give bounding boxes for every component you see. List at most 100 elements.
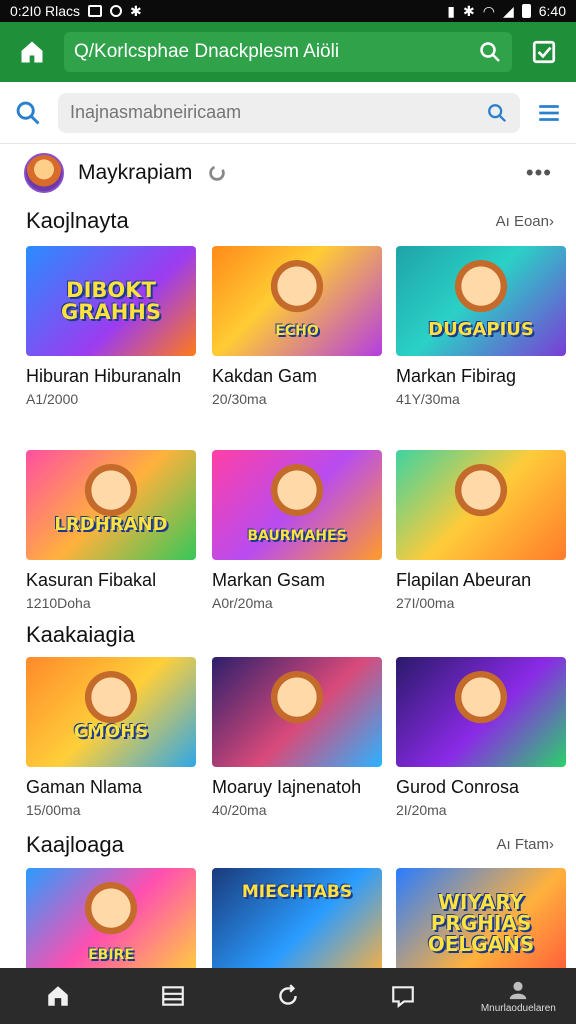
status-bar: 0:2I0 Rlacs ✱ ▮ ✱ ◠ ◢ 6:40: [0, 0, 576, 22]
game-thumbnail[interactable]: CMOHS: [26, 657, 196, 767]
list-icon: [161, 986, 184, 1006]
nav-home[interactable]: [3, 968, 113, 1024]
game-subtitle: 41Y/30ma: [396, 391, 460, 407]
status-time-left: 0:2I0 Rlacs: [10, 3, 81, 19]
game-thumbnail[interactable]: [396, 450, 566, 560]
game-card[interactable]: BAURMAHES Markan Gsam A0r/20ma: [212, 450, 382, 611]
character-art: [82, 671, 140, 729]
character-art: [452, 671, 510, 729]
game-title[interactable]: Kasuran Fibakal: [26, 570, 196, 591]
game-subtitle: 27I/00ma: [396, 595, 455, 611]
thumbnail-art-text: WIYARY PRGHIAS OELGANS: [427, 889, 535, 956]
character-art: [452, 260, 510, 318]
game-thumbnail[interactable]: EBIRE: [26, 868, 196, 978]
url-bar[interactable]: Q/Korlcsphae Dnackplesm Aiöli: [64, 32, 512, 72]
see-all-link[interactable]: Aı Ftam›: [496, 836, 554, 853]
search-icon[interactable]: [478, 40, 502, 64]
thumbnail-art-text: EBIRE: [88, 946, 134, 963]
game-title[interactable]: Kakdan Gam: [212, 366, 382, 387]
game-card[interactable]: EBIRE: [26, 868, 196, 978]
nav-profile[interactable]: Mnurlaoduelaren: [463, 968, 573, 1024]
vibrate-icon: ▮: [447, 2, 456, 19]
bluetooth-status-icon: ✱: [463, 2, 475, 19]
game-card[interactable]: WIYARY PRGHIAS OELGANS: [396, 868, 566, 978]
game-title[interactable]: Gaman Nlama: [26, 777, 196, 798]
game-card[interactable]: Moaruy Iajnenatoh 40/20ma: [212, 657, 382, 818]
game-title[interactable]: Moaruy Iajnenatoh: [212, 777, 382, 798]
character-art: [268, 464, 326, 522]
chat-icon: [392, 986, 414, 1009]
game-card[interactable]: ECHO Kakdan Gam 20/30ma: [212, 246, 382, 407]
thumbnail-art-text: MIECHTABS: [241, 882, 353, 903]
character-art: [82, 464, 140, 522]
game-subtitle: 15/00ma: [26, 802, 81, 818]
profile-name[interactable]: Maykrapiam: [78, 161, 192, 185]
game-subtitle: A1/2000: [26, 391, 79, 407]
avatar[interactable]: [24, 153, 64, 193]
status-left: 0:2I0 Rlacs ✱: [10, 3, 142, 20]
game-card[interactable]: CMOHS Gaman Nlama 15/00ma: [26, 657, 196, 818]
home-icon: [47, 986, 68, 1006]
nav-list[interactable]: [118, 968, 228, 1024]
thumbnail-art-text: BAURMAHES: [247, 527, 347, 544]
game-thumbnail[interactable]: DIBOKT GRAHHS: [26, 246, 196, 356]
game-subtitle: 2I/20ma: [396, 802, 447, 818]
game-thumbnail[interactable]: WIYARY PRGHIAS OELGANS: [396, 868, 566, 978]
refresh-icon[interactable]: [206, 162, 228, 184]
search-icon[interactable]: [14, 99, 42, 127]
thumbnail-art-text: DIBOKT GRAHHS: [61, 277, 161, 324]
search-input[interactable]: [70, 102, 486, 123]
profile-icon: [510, 981, 527, 999]
game-title[interactable]: Gurod Conrosa: [396, 777, 566, 798]
game-thumbnail[interactable]: LRDHRAND: [26, 450, 196, 560]
character-art: [268, 260, 326, 318]
menu-icon[interactable]: [536, 100, 562, 126]
character-art: [268, 671, 326, 729]
game-card[interactable]: Flapilan Abeuran 27I/00ma: [396, 450, 566, 611]
nav-messages[interactable]: [348, 968, 458, 1024]
search-submit-icon[interactable]: [486, 102, 508, 124]
wifi-icon: ◠: [482, 2, 495, 19]
game-title[interactable]: Markan Fibirag: [396, 366, 566, 387]
profile-row: Maykrapiam •••: [0, 150, 576, 196]
game-card[interactable]: DIBOKT GRAHHS Hiburan Hiburanaln A1/2000: [26, 246, 196, 407]
bottom-nav: Mnurlaoduelaren: [0, 968, 576, 1024]
game-card[interactable]: MIECHTABS: [212, 868, 382, 978]
home-button[interactable]: [12, 32, 52, 72]
signal-icon: ◢: [502, 2, 514, 19]
section-title: Kaajloaga: [26, 832, 124, 857]
game-thumbnail[interactable]: ECHO: [212, 246, 382, 356]
search-box[interactable]: [58, 92, 520, 133]
game-title[interactable]: Markan Gsam: [212, 570, 382, 591]
game-thumbnail[interactable]: BAURMAHES: [212, 450, 382, 560]
game-thumbnail[interactable]: [212, 657, 382, 767]
checkbox-icon: [532, 40, 556, 64]
bluetooth-icon: ✱: [130, 2, 142, 19]
game-card[interactable]: Gurod Conrosa 2I/20ma: [396, 657, 566, 818]
game-thumbnail[interactable]: DUGAPIUS: [396, 246, 566, 356]
status-right: ▮ ✱ ◠ ◢ 6:40: [447, 3, 566, 20]
game-thumbnail[interactable]: MIECHTABS: [212, 868, 382, 978]
character-art: [452, 464, 510, 522]
status-time-right: 6:40: [538, 3, 566, 19]
game-subtitle: A0r/20ma: [212, 595, 273, 611]
nav-refresh[interactable]: [233, 968, 343, 1024]
game-title[interactable]: Flapilan Abeuran: [396, 570, 566, 591]
character-art: [82, 882, 140, 940]
see-all-link[interactable]: Aı Eoan›: [496, 213, 554, 230]
game-subtitle: 20/30ma: [212, 391, 267, 407]
nav-profile-label: Mnurlaoduelaren: [480, 1002, 556, 1014]
section-title: Kaojlnayta: [26, 208, 129, 233]
game-card[interactable]: LRDHRAND Kasuran Fibakal 1210Doha: [26, 450, 196, 611]
game-title[interactable]: Hiburan Hiburanaln: [26, 366, 196, 387]
game-card[interactable]: DUGAPIUS Markan Fibirag 41Y/30ma: [396, 246, 566, 407]
thumbnail-art-text: DUGAPIUS: [428, 318, 534, 340]
game-subtitle: 1210Doha: [26, 595, 91, 611]
game-thumbnail[interactable]: [396, 657, 566, 767]
url-text: Q/Korlcsphae Dnackplesm Aiöli: [74, 41, 340, 62]
home-icon: [21, 41, 43, 63]
game-subtitle: 40/20ma: [212, 802, 267, 818]
tabs-button[interactable]: [524, 32, 564, 72]
search-row: [0, 82, 576, 144]
more-options-icon[interactable]: •••: [526, 160, 552, 186]
